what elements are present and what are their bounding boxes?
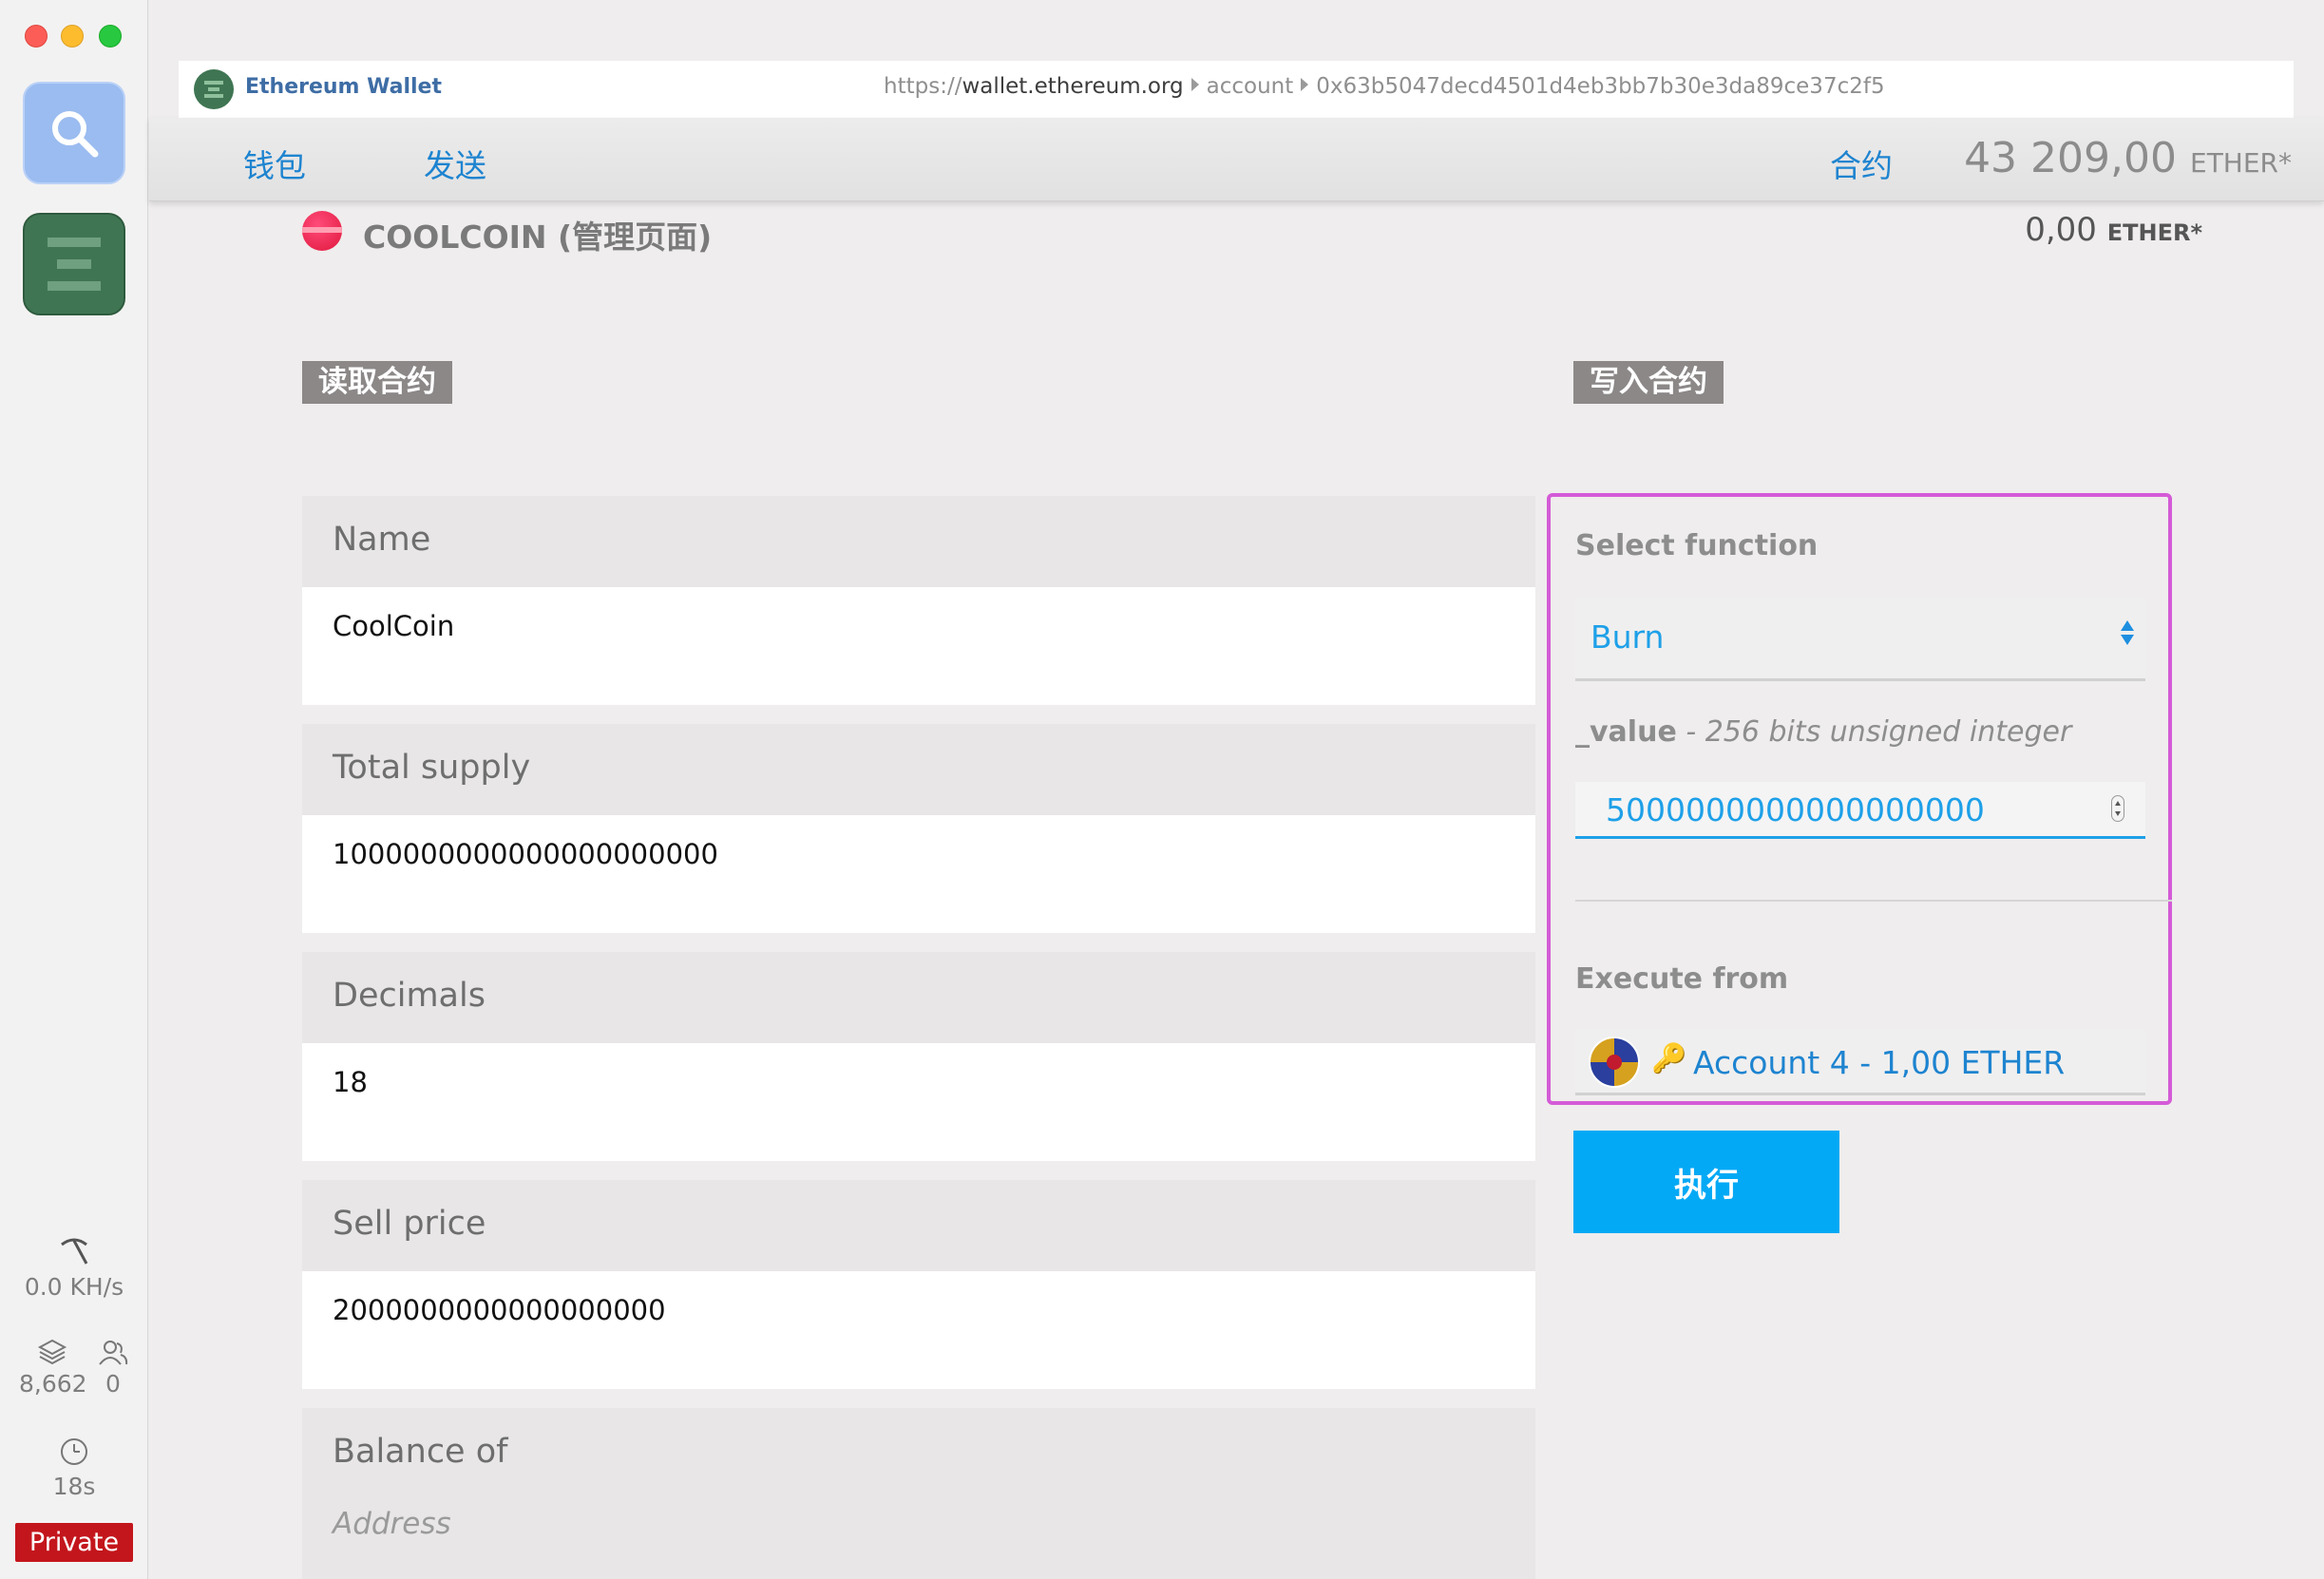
select-function-label: Select function: [1575, 529, 1819, 562]
account-avatar: [1589, 1037, 1640, 1088]
block-number: 8,662: [19, 1370, 87, 1398]
search-icon: [52, 111, 99, 158]
url-scheme: https://: [884, 74, 962, 99]
dock-wallet-button[interactable]: [23, 213, 125, 315]
network-badge: Private: [15, 1523, 133, 1562]
token-icon: [302, 211, 342, 251]
total-balance: 43 209,00 ETHER*: [1964, 134, 2292, 182]
app-sidebar: 0.0 KH/s 8,662 0 18s Private: [0, 0, 148, 1579]
function-select[interactable]: Burn: [1575, 598, 2145, 681]
nav-contracts[interactable]: 合约: [1830, 141, 1893, 186]
nav-wallets[interactable]: 钱包: [243, 141, 306, 186]
clock-icon: [61, 1438, 87, 1465]
total-balance-amount: 43 209,00: [1964, 134, 2177, 182]
zoom-window-button[interactable]: [99, 25, 122, 48]
url-text: https://wallet.ethereum.org account 0x63b5…: [884, 74, 1885, 99]
ethereum-wallet-icon: [204, 81, 223, 98]
breadcrumb-separator-icon: [1301, 78, 1309, 91]
token-balance: 0,00 ETHER*: [2025, 211, 2202, 249]
minimize-window-button[interactable]: [61, 25, 84, 48]
peers-icon: [99, 1341, 128, 1365]
token-title: COOLCOIN (管理页面): [363, 219, 713, 256]
field-label: Sell price: [302, 1180, 1535, 1271]
field-value: 2000000000000000000: [302, 1271, 1535, 1389]
url-bar[interactable]: Ethereum Wallet https://wallet.ethereum.…: [179, 61, 2294, 118]
read-field-decimals: Decimals 18: [302, 952, 1535, 1161]
dock-search-button[interactable]: [23, 82, 125, 184]
key-icon: 🔑: [1651, 1042, 1687, 1075]
value-input-text: 5000000000000000000: [1606, 791, 1985, 828]
peer-count: 0: [105, 1370, 121, 1398]
network-stats: 8,662 0: [0, 1338, 148, 1404]
field-value: 1000000000000000000000: [302, 815, 1535, 933]
url-segment-account[interactable]: account: [1207, 74, 1294, 99]
pickaxe-icon: [61, 1238, 88, 1265]
select-arrows-icon: [2121, 620, 2134, 645]
ethereum-wallet-icon: [48, 238, 101, 291]
address-input[interactable]: Address: [302, 1499, 1535, 1579]
field-label: Total supply: [302, 724, 1535, 815]
write-contract-panel: Select function Burn _value - 256 bits u…: [1547, 493, 2172, 1105]
execute-from-label: Execute from: [1575, 962, 1789, 996]
total-balance-unit: ETHER*: [2190, 147, 2292, 179]
param-label: _value - 256 bits unsigned integer: [1575, 715, 2071, 749]
block-time-stat: 18s: [0, 1436, 148, 1500]
param-type: - 256 bits unsigned integer: [1676, 715, 2072, 749]
hashrate-stat: 0.0 KH/s: [0, 1235, 148, 1301]
read-field-sell-price: Sell price 2000000000000000000: [302, 1180, 1535, 1389]
field-label: Balance of: [302, 1408, 1535, 1499]
url-host: wallet.ethereum.org: [962, 74, 1184, 99]
top-nav: 钱包 发送 合约 43 209,00 ETHER*: [149, 118, 2324, 201]
divider: [1575, 900, 2172, 902]
number-spinner-icon[interactable]: [2111, 795, 2124, 822]
ethereum-wallet-logo: [194, 69, 234, 109]
selected-function: Burn: [1591, 618, 1665, 656]
field-label: Name: [302, 496, 1535, 587]
field-label: Decimals: [302, 952, 1535, 1043]
hashrate-value: 0.0 KH/s: [24, 1273, 124, 1301]
param-name: _value: [1575, 715, 1677, 749]
close-window-button[interactable]: [25, 25, 48, 48]
value-input[interactable]: 5000000000000000000: [1575, 782, 2145, 839]
execute-from-account: Account 4 - 1,00 ETHER: [1693, 1044, 2066, 1081]
block-stat: 8,662: [19, 1338, 87, 1398]
token-balance-amount: 0,00: [2025, 211, 2097, 249]
read-field-total-supply: Total supply 1000000000000000000000: [302, 724, 1535, 933]
field-value: 18: [302, 1043, 1535, 1161]
read-field-name: Name CoolCoin: [302, 496, 1535, 705]
execute-from-select[interactable]: 🔑 Account 4 - 1,00 ETHER: [1575, 1029, 2145, 1095]
execute-button[interactable]: 执行: [1573, 1131, 1839, 1233]
read-contract-tag: 读取合约: [302, 361, 452, 404]
field-value: CoolCoin: [302, 587, 1535, 705]
read-field-balance-of: Balance of Address: [302, 1408, 1535, 1579]
token-balance-unit: ETHER*: [2106, 219, 2202, 246]
write-contract-tag: 写入合约: [1573, 361, 1724, 404]
nav-send[interactable]: 发送: [424, 141, 486, 186]
url-segment-address[interactable]: 0x63b5047decd4501d4eb3bb7b30e3da89ce37c2…: [1316, 74, 1884, 99]
breadcrumb-separator-icon: [1191, 78, 1199, 91]
layers-icon: [37, 1339, 67, 1365]
block-time: 18s: [52, 1473, 96, 1500]
app-name: Ethereum Wallet: [245, 75, 442, 99]
peers-stat: 0: [91, 1338, 135, 1398]
